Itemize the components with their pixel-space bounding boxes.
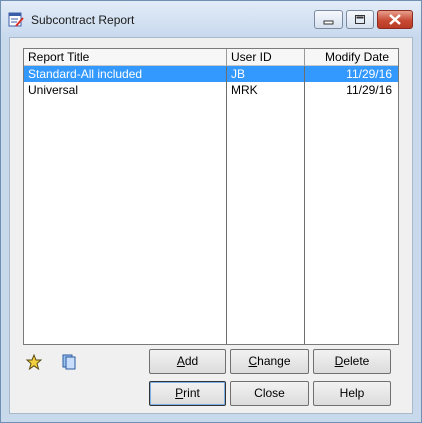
cell-report-title: Universal — [28, 83, 79, 97]
change-button[interactable]: Change — [230, 349, 309, 374]
cell-report-title: Standard-All included — [28, 67, 143, 81]
delete-label: elete — [343, 354, 370, 368]
close-button[interactable]: Close — [230, 381, 309, 406]
column-header-modify-date[interactable]: Modify Date — [305, 49, 398, 66]
column-header-report-title[interactable]: Report Title — [24, 49, 227, 66]
column-header-user-id[interactable]: User ID — [227, 49, 305, 66]
report-list[interactable]: Report Title User ID Modify Date Standar… — [23, 48, 399, 345]
report-window: Subcontract Report Report Title User ID … — [0, 0, 422, 423]
column-divider — [226, 66, 227, 344]
add-accel: A — [176, 354, 185, 368]
dialog-body: Report Title User ID Modify Date Standar… — [9, 37, 413, 414]
cell-user-id: MRK — [231, 83, 258, 97]
minimize-button[interactable] — [314, 10, 343, 29]
delete-button[interactable]: Delete — [313, 349, 391, 374]
column-divider — [304, 66, 305, 344]
close-icon — [389, 14, 401, 25]
star-icon[interactable] — [26, 354, 42, 370]
list-row-standard[interactable]: Standard-All included JB 11/29/16 — [24, 66, 398, 82]
cell-modify-date: 11/29/16 — [346, 83, 392, 97]
change-label: hange — [257, 354, 291, 368]
change-accel: C — [248, 354, 258, 368]
print-label: rint — [183, 386, 200, 400]
cell-user-id: JB — [231, 67, 246, 81]
print-accel: P — [175, 386, 184, 400]
add-button[interactable]: Add — [149, 349, 226, 374]
add-label: dd — [184, 354, 199, 368]
list-row-universal[interactable]: Universal MRK 11/29/16 — [24, 82, 398, 98]
maximize-icon — [355, 15, 365, 24]
minimize-icon — [323, 20, 334, 25]
close-window-button[interactable] — [377, 10, 413, 29]
copy-icon[interactable] — [62, 354, 76, 370]
help-button[interactable]: Help — [313, 381, 391, 406]
window-title: Subcontract Report — [31, 13, 135, 27]
delete-accel: D — [334, 354, 344, 368]
cell-modify-date: 11/29/16 — [346, 67, 392, 81]
print-button[interactable]: Print — [149, 381, 226, 406]
app-report-icon — [8, 12, 24, 27]
maximize-button[interactable] — [346, 10, 374, 29]
title-bar[interactable]: Subcontract Report — [1, 1, 421, 37]
